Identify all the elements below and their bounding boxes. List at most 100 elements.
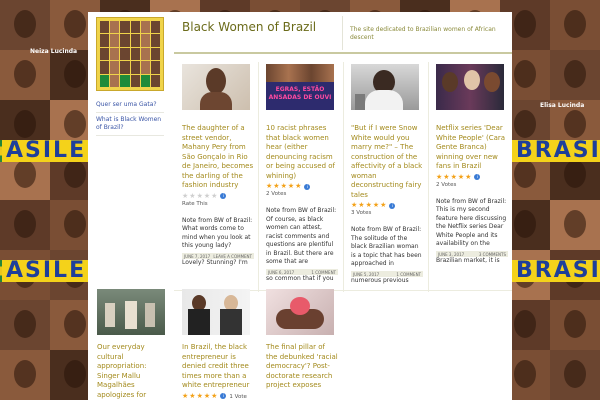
comment-link[interactable]: LEAVE A COMMENT xyxy=(213,254,252,259)
star-icon[interactable]: ★ xyxy=(451,173,457,181)
post-thumbnail[interactable] xyxy=(351,64,419,110)
star-icon[interactable]: ★ xyxy=(197,192,203,200)
post-excerpt-more: Brazilian market, it is xyxy=(436,256,500,264)
star-icon[interactable]: ★ xyxy=(458,173,464,181)
post-card: "But if I were Snow White would you marr… xyxy=(351,64,423,285)
post-title-link[interactable]: In Brazil, the black entrepreneur is den… xyxy=(182,343,254,391)
background-photo-tile xyxy=(550,0,600,50)
star-icon[interactable]: ★ xyxy=(189,392,195,400)
post-date[interactable]: JUNE 7, 2017 xyxy=(184,254,210,259)
star-icon[interactable]: ★ xyxy=(443,173,449,181)
post-title-link[interactable]: The final pillar of the debunked 'racial… xyxy=(266,343,338,391)
site-logo[interactable] xyxy=(96,17,164,91)
band-text-left: ASILEI xyxy=(2,140,101,162)
comment-link[interactable]: 3 COMMENTS xyxy=(479,252,506,257)
post-excerpt: Note from BW of Brazil: The solitude of … xyxy=(351,226,422,267)
star-rating[interactable]: ★ ★ ★ ★ ★ i 1 Vote xyxy=(182,392,254,400)
post-title-link[interactable]: 10 racist phrases that black women hear … xyxy=(266,124,338,181)
post-card: Netflix series 'Dear White People' (Cara… xyxy=(436,64,508,265)
post-thumbnail[interactable] xyxy=(436,64,504,110)
post-title-link[interactable]: Our everyday cultural appropriation: Sin… xyxy=(97,343,169,400)
logo-photo-cell xyxy=(110,47,120,61)
info-icon[interactable]: i xyxy=(304,183,311,190)
star-icon[interactable]: ★ xyxy=(358,202,364,209)
comment-link[interactable]: 1 COMMENT xyxy=(396,272,421,277)
background-photo-tile xyxy=(0,0,50,50)
star-icon[interactable]: ★ xyxy=(373,202,379,209)
logo-photo-cell xyxy=(120,34,130,47)
star-icon[interactable]: ★ xyxy=(204,392,210,400)
sidebar-item-what-is-bwob[interactable]: What is Black Women of Brazil? xyxy=(96,113,164,136)
vote-count: 2 Votes xyxy=(436,181,457,188)
background-photo-tile xyxy=(0,300,50,350)
post-card: Our everyday cultural appropriation: Sin… xyxy=(97,289,169,400)
star-icon[interactable]: ★ xyxy=(295,183,301,190)
rate-label: Rate This xyxy=(182,200,208,207)
star-icon[interactable]: ★ xyxy=(288,183,294,190)
background-photo-tile xyxy=(550,50,600,100)
star-icon[interactable]: ★ xyxy=(465,173,471,181)
star-icon[interactable]: ★ xyxy=(366,202,372,209)
logo-photo-cell xyxy=(100,47,110,61)
star-icon[interactable]: ★ xyxy=(189,192,195,200)
post-thumbnail[interactable] xyxy=(182,289,250,335)
star-icon[interactable]: ★ xyxy=(436,173,442,181)
column-divider xyxy=(343,62,344,292)
star-icon[interactable]: ★ xyxy=(211,192,217,200)
post-date[interactable]: JUNE 3, 2017 xyxy=(438,252,464,257)
logo-photo-cell xyxy=(130,74,140,87)
logo-photo-cell xyxy=(130,47,140,61)
background-photo-tile xyxy=(0,50,50,100)
post-thumbnail[interactable] xyxy=(97,289,165,335)
logo-photo-cell xyxy=(150,74,160,87)
logo-photo-cell xyxy=(140,47,150,61)
sidebar: Quer ser uma Gata? What is Black Women o… xyxy=(96,98,164,136)
sidebar-item-quer-ser-uma-gata[interactable]: Quer ser uma Gata? xyxy=(96,98,164,113)
star-icon[interactable]: ★ xyxy=(204,192,210,200)
star-rating[interactable]: ★ ★ ★ ★ ★ i xyxy=(351,202,423,209)
logo-photo-cell xyxy=(100,61,110,74)
main-content: Black Women of Brazil The site dedicated… xyxy=(88,12,512,400)
star-icon[interactable]: ★ xyxy=(197,392,203,400)
comment-link[interactable]: 1 COMMENT xyxy=(311,270,336,275)
site-header: Black Women of Brazil The site dedicated… xyxy=(88,12,512,91)
post-title-link[interactable]: The daughter of a street vendor, Mahany … xyxy=(182,124,254,191)
site-title[interactable]: Black Women of Brazil xyxy=(182,20,316,34)
post-title-link[interactable]: Netflix series 'Dear White People' (Cara… xyxy=(436,124,508,172)
band-text-right-lower: BRASIL xyxy=(512,260,600,282)
post-meta: JUNE 7, 2017 LEAVE A COMMENT xyxy=(182,252,254,259)
star-rating[interactable]: ★ ★ ★ ★ ★ i xyxy=(266,183,338,190)
post-date[interactable]: JUNE 6, 2017 xyxy=(268,270,294,275)
logo-photo-cell xyxy=(140,21,150,34)
star-icon[interactable]: ★ xyxy=(281,183,287,190)
logo-photo-cell xyxy=(130,21,140,34)
logo-photo-cell xyxy=(150,61,160,74)
info-icon[interactable]: i xyxy=(474,174,481,180)
post-card: EGRAS, ESTÃO ANSADAS DE OUVI 10 racist p… xyxy=(266,64,338,283)
post-thumbnail[interactable] xyxy=(182,64,250,110)
logo-photo-cell xyxy=(110,74,120,87)
info-icon[interactable]: i xyxy=(220,393,227,399)
post-excerpt-more: so common that if you xyxy=(266,274,334,282)
post-thumbnail[interactable]: EGRAS, ESTÃO ANSADAS DE OUVI xyxy=(266,64,334,110)
star-rating[interactable]: ★ ★ ★ ★ ★ i xyxy=(182,192,254,200)
star-icon[interactable]: ★ xyxy=(211,392,217,400)
logo-photo-cell xyxy=(120,74,130,87)
star-icon[interactable]: ★ xyxy=(266,183,272,190)
info-icon[interactable]: i xyxy=(389,202,396,209)
star-icon[interactable]: ★ xyxy=(273,183,279,190)
star-icon[interactable]: ★ xyxy=(351,202,357,209)
post-thumbnail[interactable] xyxy=(266,289,334,335)
logo-photo-cell xyxy=(120,61,130,74)
star-rating[interactable]: ★ ★ ★ ★ ★ i xyxy=(436,173,508,181)
star-icon[interactable]: ★ xyxy=(182,392,188,400)
photo-caption: Neiza Lucinda xyxy=(30,48,78,55)
info-icon[interactable]: i xyxy=(220,193,227,199)
star-icon[interactable]: ★ xyxy=(182,192,188,200)
post-excerpt-more: numerous previous xyxy=(351,276,409,284)
star-icon[interactable]: ★ xyxy=(380,202,386,209)
logo-photo-cell xyxy=(150,47,160,61)
post-date[interactable]: JUNE 5, 2017 xyxy=(353,272,379,277)
vote-count: 1 Vote xyxy=(229,393,247,400)
post-title-link[interactable]: "But if I were Snow White would you marr… xyxy=(351,124,423,200)
